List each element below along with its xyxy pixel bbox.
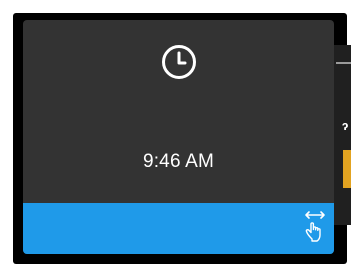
- time-display: 9:46 AM: [142, 151, 215, 172]
- swipe-action-bar[interactable]: [23, 203, 334, 254]
- time-card: 9:46 AM: [23, 20, 334, 254]
- background-accent-bar: [343, 150, 351, 188]
- background-partial-text: ɂ: [342, 118, 349, 133]
- swipe-gesture-icon: [305, 211, 325, 242]
- background-app-strip: [334, 45, 351, 225]
- background-divider: [336, 62, 351, 64]
- clock-icon: [162, 45, 196, 79]
